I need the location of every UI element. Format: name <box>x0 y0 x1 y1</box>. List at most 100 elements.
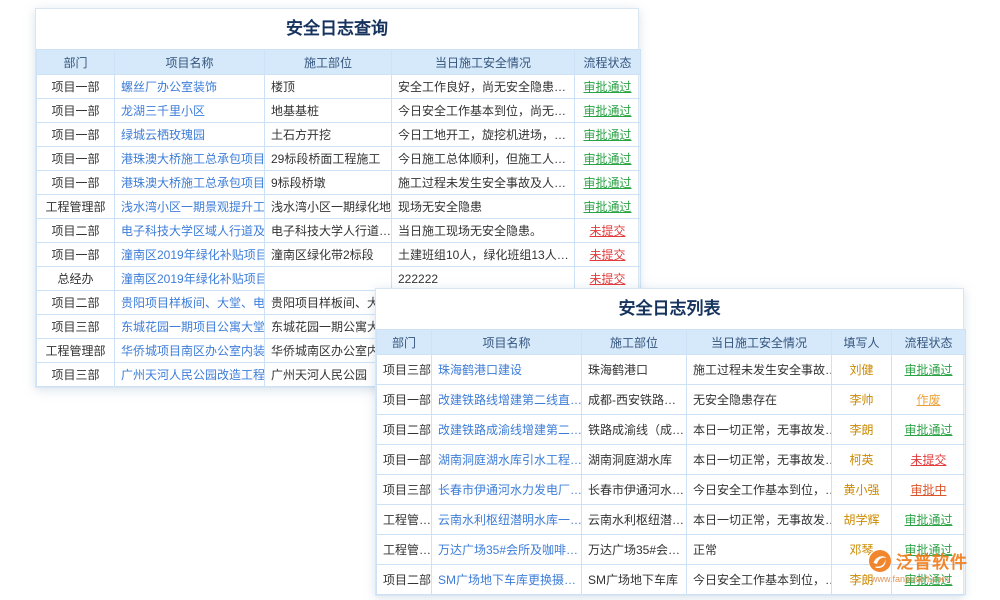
fanpu-logo-icon <box>868 549 892 573</box>
column-header-project: 项目名称 <box>432 330 582 355</box>
part-cell: 东城花园一期公寓大堂 <box>265 315 392 339</box>
project-link[interactable]: 长春市伊通河水力发电厂… <box>432 475 582 505</box>
part-cell: 贵阳项目样板间、大… <box>265 291 392 315</box>
part-cell: 广州天河人民公园 <box>265 363 392 387</box>
table-row[interactable]: 项目一部 湖南洞庭湖水库引水工程… 湖南洞庭湖水库 本日一切正常，无事故发… 柯… <box>377 445 966 475</box>
project-link[interactable]: 广州天河人民公园改造工程 <box>115 363 265 387</box>
project-link[interactable]: 万达广场35#会所及咖啡… <box>432 535 582 565</box>
writer-name[interactable]: 柯英 <box>832 445 892 475</box>
writer-name[interactable]: 李朗 <box>832 415 892 445</box>
safety-cell: 本日一切正常，无事故发… <box>687 505 832 535</box>
table-row[interactable]: 项目一部 港珠澳大桥施工总承包项目 9标段桥墩 施工过程未发生安全事故及人… 审… <box>37 171 641 195</box>
safety-cell: 今日施工总体顺利，但施工人… <box>392 147 575 171</box>
table-row[interactable]: 项目一部 潼南区2019年绿化补贴项目-绿 潼南区绿化带2标段 土建班组10人，… <box>37 243 641 267</box>
writer-name[interactable]: 刘健 <box>832 355 892 385</box>
project-link[interactable]: SM广场地下车库更换摄… <box>432 565 582 595</box>
project-link[interactable]: 龙湖三千里小区 <box>115 99 265 123</box>
safety-cell: 正常 <box>687 535 832 565</box>
status-link[interactable]: 作废 <box>892 385 966 415</box>
project-link[interactable]: 云南水利枢纽潜明水库一… <box>432 505 582 535</box>
table-row[interactable]: 项目三部 珠海鹤港口建设 珠海鹤港口 施工过程未发生安全事故… 刘健 审批通过 <box>377 355 966 385</box>
table-row[interactable]: 项目一部 龙湖三千里小区 地基基桩 今日安全工作基本到位，尚无… 审批通过 <box>37 99 641 123</box>
project-link[interactable]: 改建铁路线增建第二线直… <box>432 385 582 415</box>
project-link[interactable]: 潼南区2019年绿化补贴项目-绿 <box>115 243 265 267</box>
dept-cell: 项目一部 <box>37 171 115 195</box>
writer-name[interactable]: 李帅 <box>832 385 892 415</box>
writer-name[interactable]: 黄小强 <box>832 475 892 505</box>
safety-cell: 今日安全工作基本到位，尚无… <box>392 99 575 123</box>
dept-cell: 项目二部 <box>377 565 432 595</box>
status-link[interactable]: 审批通过 <box>575 171 641 195</box>
part-cell: 铁路成渝线（成… <box>582 415 687 445</box>
dept-cell: 工程管… <box>377 535 432 565</box>
dept-cell: 项目二部 <box>377 415 432 445</box>
table-row[interactable]: 项目一部 港珠澳大桥施工总承包项目 29标段桥面工程施工 今日施工总体顺利，但施… <box>37 147 641 171</box>
column-header-dept: 部门 <box>377 330 432 355</box>
dept-cell: 项目三部 <box>37 315 115 339</box>
table-row[interactable]: 项目二部 电子科技大学区域人行道及非… 电子科技大学人行道… 当日施工现场无安全… <box>37 219 641 243</box>
status-link[interactable]: 未提交 <box>892 445 966 475</box>
project-link[interactable]: 港珠澳大桥施工总承包项目 <box>115 171 265 195</box>
project-link[interactable]: 湖南洞庭湖水库引水工程… <box>432 445 582 475</box>
safety-cell: 安全工作良好，尚无安全隐患… <box>392 75 575 99</box>
table-row[interactable]: 项目二部 改建铁路成渝线增建第二… 铁路成渝线（成… 本日一切正常，无事故发… … <box>377 415 966 445</box>
status-link[interactable]: 审批通过 <box>575 195 641 219</box>
part-cell: 长春市伊通河水… <box>582 475 687 505</box>
list-table-header-row: 部门 项目名称 施工部位 当日施工安全情况 填写人 流程状态 <box>377 330 966 355</box>
safety-cell: 本日一切正常，无事故发… <box>687 415 832 445</box>
status-link[interactable]: 审批通过 <box>892 415 966 445</box>
project-link[interactable]: 潼南区2019年绿化补贴项目-绿 <box>115 267 265 291</box>
column-header-dept: 部门 <box>37 50 115 75</box>
dept-cell: 工程管理部 <box>37 195 115 219</box>
project-link[interactable]: 东城花园一期项目公寓大堂装… <box>115 315 265 339</box>
safety-cell: 今日工地开工，旋挖机进场，… <box>392 123 575 147</box>
project-link[interactable]: 浅水湾小区一期景观提升工程 <box>115 195 265 219</box>
query-table-header-row: 部门 项目名称 施工部位 当日施工安全情况 流程状态 <box>37 50 641 75</box>
column-header-part: 施工部位 <box>582 330 687 355</box>
part-cell <box>265 267 392 291</box>
table-row[interactable]: 工程管理部 浅水湾小区一期景观提升工程 浅水湾小区一期绿化地 现场无安全隐患 审… <box>37 195 641 219</box>
status-link[interactable]: 审批通过 <box>892 355 966 385</box>
writer-name[interactable]: 胡学辉 <box>832 505 892 535</box>
table-row[interactable]: 工程管… 云南水利枢纽潜明水库一… 云南水利枢纽潜… 本日一切正常，无事故发… … <box>377 505 966 535</box>
part-cell: 湖南洞庭湖水库 <box>582 445 687 475</box>
column-header-status: 流程状态 <box>892 330 966 355</box>
table-row[interactable]: 项目一部 绿城云栖玫瑰园 土石方开挖 今日工地开工，旋挖机进场，… 审批通过 <box>37 123 641 147</box>
safety-cell: 222222 <box>392 267 575 291</box>
part-cell: 楼顶 <box>265 75 392 99</box>
project-link[interactable]: 贵阳项目样板间、大堂、电梯… <box>115 291 265 315</box>
project-link[interactable]: 华侨城项目南区办公室内装修… <box>115 339 265 363</box>
safety-cell: 土建班组10人，绿化班组13人… <box>392 243 575 267</box>
part-cell: 土石方开挖 <box>265 123 392 147</box>
project-link[interactable]: 改建铁路成渝线增建第二… <box>432 415 582 445</box>
table-row[interactable]: 项目一部 螺丝厂办公室装饰 楼顶 安全工作良好，尚无安全隐患… 审批通过 <box>37 75 641 99</box>
table-row[interactable]: 项目一部 改建铁路线增建第二线直… 成都-西安铁路… 无安全隐患存在 李帅 作废 <box>377 385 966 415</box>
status-link[interactable]: 审批通过 <box>892 505 966 535</box>
table-row[interactable]: 项目三部 长春市伊通河水力发电厂… 长春市伊通河水… 今日安全工作基本到位，… … <box>377 475 966 505</box>
project-link[interactable]: 珠海鹤港口建设 <box>432 355 582 385</box>
part-cell: 珠海鹤港口 <box>582 355 687 385</box>
safety-cell: 今日安全工作基本到位，… <box>687 475 832 505</box>
safety-cell: 今日安全工作基本到位，… <box>687 565 832 595</box>
status-link[interactable]: 审批通过 <box>575 75 641 99</box>
status-link[interactable]: 审批通过 <box>575 123 641 147</box>
project-link[interactable]: 绿城云栖玫瑰园 <box>115 123 265 147</box>
status-link[interactable]: 审批通过 <box>575 99 641 123</box>
project-link[interactable]: 电子科技大学区域人行道及非… <box>115 219 265 243</box>
brand-url: www.fanpusoft.com <box>868 574 968 584</box>
dept-cell: 项目一部 <box>37 243 115 267</box>
status-link[interactable]: 未提交 <box>575 219 641 243</box>
part-cell: 地基基桩 <box>265 99 392 123</box>
part-cell: 成都-西安铁路… <box>582 385 687 415</box>
project-link[interactable]: 港珠澳大桥施工总承包项目 <box>115 147 265 171</box>
part-cell: 华侨城南区办公室内 <box>265 339 392 363</box>
part-cell: 潼南区绿化带2标段 <box>265 243 392 267</box>
status-link[interactable]: 未提交 <box>575 267 641 291</box>
status-link[interactable]: 审批中 <box>892 475 966 505</box>
status-link[interactable]: 未提交 <box>575 243 641 267</box>
project-link[interactable]: 螺丝厂办公室装饰 <box>115 75 265 99</box>
safety-cell: 现场无安全隐患 <box>392 195 575 219</box>
status-link[interactable]: 审批通过 <box>575 147 641 171</box>
table-row[interactable]: 总经办 潼南区2019年绿化补贴项目-绿 222222 未提交 <box>37 267 641 291</box>
column-header-safety: 当日施工安全情况 <box>687 330 832 355</box>
